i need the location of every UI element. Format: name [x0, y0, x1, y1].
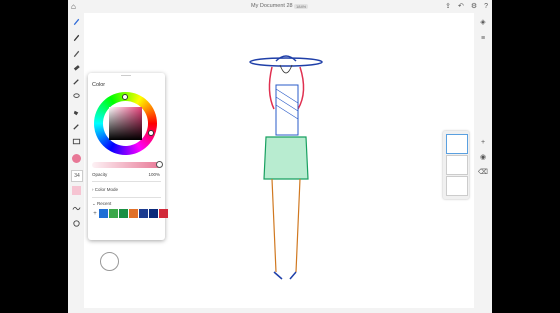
document-title[interactable]: My Document 28	[251, 3, 293, 9]
recent-swatch[interactable]	[119, 209, 128, 218]
fashion-drawing	[249, 55, 323, 280]
help-icon[interactable]: ?	[484, 2, 488, 11]
brush-size-indicator[interactable]	[100, 252, 119, 271]
layer-thumbnail[interactable]	[446, 134, 468, 154]
chevron-down-icon: ⌄	[92, 201, 96, 206]
paint-icon[interactable]	[71, 48, 81, 58]
add-layer-icon[interactable]: +	[478, 137, 488, 147]
delete-icon[interactable]: ⌫	[478, 167, 488, 177]
divider	[92, 197, 161, 198]
share-icon[interactable]: ⇪	[445, 2, 451, 11]
layers-panel	[443, 131, 469, 199]
layer-thumbnail[interactable]	[446, 155, 468, 175]
recent-toggle[interactable]: ⌄ Recent	[92, 201, 111, 207]
top-toolbar: ⇪ ↶ ⚙ ?	[445, 2, 488, 11]
layer-thumbnail[interactable]	[446, 176, 468, 196]
home-icon[interactable]: ⌂	[71, 2, 76, 11]
saturation-value-square[interactable]	[109, 107, 142, 140]
recent-swatch[interactable]	[109, 209, 118, 218]
visibility-icon[interactable]: ◉	[478, 152, 488, 162]
brush-preview[interactable]	[71, 185, 81, 195]
color-panel: Color Opacity 100% › Color Mode ⌄ Recent…	[88, 73, 168, 240]
image-icon[interactable]	[71, 136, 81, 146]
layers-icon[interactable]: ◈	[478, 17, 488, 27]
lasso-icon[interactable]	[71, 91, 81, 101]
eraser-icon[interactable]	[71, 62, 81, 72]
zoom-level[interactable]: 184%	[294, 3, 309, 9]
divider	[92, 181, 161, 182]
right-toolbar: ◈ ≡ + ◉ ⌫	[474, 13, 492, 313]
fill-icon[interactable]	[71, 107, 81, 117]
color-knob[interactable]	[148, 130, 154, 136]
recent-swatch[interactable]	[139, 209, 148, 218]
recent-swatches: +	[92, 209, 168, 218]
settings-icon[interactable]: ⚙	[471, 2, 477, 11]
brush-size[interactable]: 34	[71, 170, 83, 182]
touch-shortcut-icon[interactable]	[71, 218, 81, 228]
top-bar: ⌂ My Document 28 184% ⇪ ↶ ⚙ ?	[68, 0, 492, 13]
add-swatch-icon[interactable]: +	[92, 211, 98, 217]
hue-knob[interactable]	[122, 94, 128, 100]
opacity-knob[interactable]	[156, 161, 163, 168]
recent-label: Recent	[97, 201, 112, 206]
recent-swatch[interactable]	[129, 209, 138, 218]
stroke-style-icon[interactable]	[71, 203, 81, 213]
opacity-value: 100%	[148, 172, 160, 177]
properties-icon[interactable]: ≡	[478, 33, 488, 43]
color-mode-toggle[interactable]: › Color Mode	[92, 187, 118, 192]
chevron-right-icon: ›	[92, 187, 94, 192]
panel-grabber[interactable]	[121, 75, 131, 76]
recent-swatch[interactable]	[149, 209, 158, 218]
brush-icon[interactable]	[71, 16, 81, 26]
left-toolbar: 34	[68, 13, 84, 313]
undo-icon[interactable]: ↶	[458, 2, 464, 11]
recent-swatch[interactable]	[159, 209, 168, 218]
opacity-slider[interactable]	[92, 162, 161, 168]
eyedropper-icon[interactable]	[71, 121, 81, 131]
smudge-icon[interactable]	[71, 76, 81, 86]
opacity-label: Opacity	[92, 172, 108, 177]
color-mode-label: Color Mode	[94, 187, 119, 192]
color-panel-title: Color	[92, 82, 106, 88]
pencil-icon[interactable]	[71, 32, 81, 42]
recent-swatch[interactable]	[99, 209, 108, 218]
current-color-swatch[interactable]	[71, 153, 81, 163]
